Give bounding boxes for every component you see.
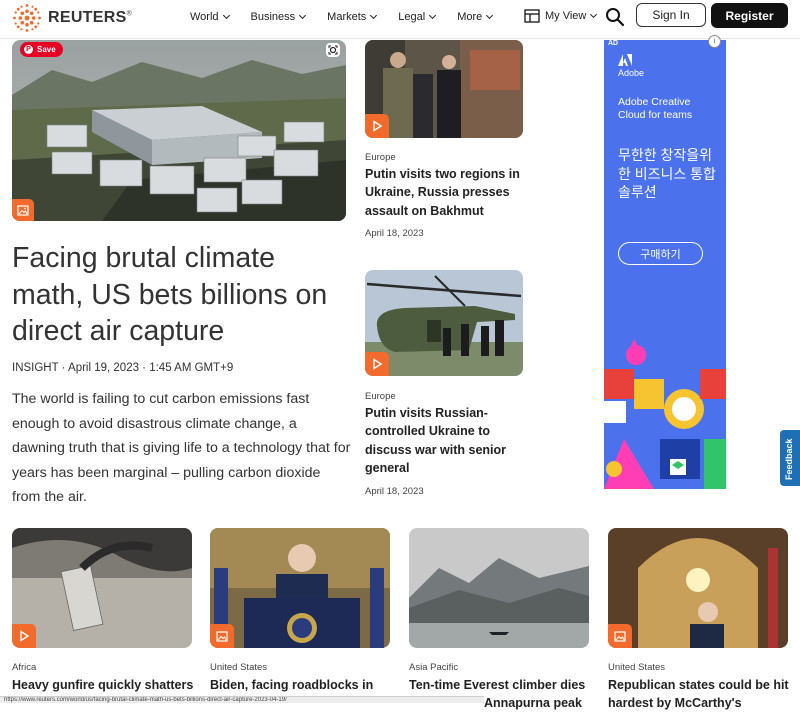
card-image-biden[interactable] — [210, 528, 390, 648]
story-date: April 18, 2023 — [365, 486, 424, 497]
chevron-down-icon — [222, 11, 230, 20]
ad-headline: Adobe Creative Cloud for teams — [618, 96, 693, 121]
card-kicker[interactable]: Asia Pacific — [409, 662, 458, 673]
card-headline[interactable]: Heavy gunfire quickly shatters — [12, 676, 202, 694]
play-video-icon[interactable] — [12, 624, 36, 648]
card-photo — [608, 528, 788, 648]
story-kicker[interactable]: Europe — [365, 391, 396, 402]
chevron-down-icon — [370, 11, 378, 20]
card-photo — [409, 528, 589, 648]
ad-choices-label[interactable]: AD — [608, 40, 618, 47]
adobe-ad[interactable]: AD Adobe Adobe Creative Cloud for teams … — [604, 40, 726, 489]
hero-description: The world is failing to cut carbon emiss… — [12, 391, 351, 505]
nav-markets[interactable]: Markets — [327, 11, 378, 23]
reuters-logo-icon — [13, 4, 41, 32]
nav-business[interactable]: Business — [251, 11, 307, 23]
register-button[interactable]: Register — [711, 3, 788, 28]
image-gallery-icon — [12, 199, 34, 221]
card-kicker[interactable]: United States — [210, 662, 267, 673]
hero-photo — [12, 40, 346, 221]
nav-more[interactable]: More — [457, 11, 494, 23]
play-video-icon[interactable] — [365, 352, 389, 376]
ad-buy-button[interactable]: 구매하기 — [618, 242, 703, 265]
story-headline[interactable]: Putin visits two regions in Ukraine, Rus… — [365, 165, 535, 220]
nav-legal[interactable]: Legal — [398, 11, 437, 23]
card-headline-continuation: Annapurna peak — [484, 696, 582, 710]
ad-close-icon[interactable]: i — [708, 35, 721, 48]
ad-korean-copy: 무한한 창작을위한 비즈니스 통합 솔루션 — [618, 147, 716, 200]
image-gallery-icon — [210, 624, 234, 648]
my-view-icon — [524, 9, 540, 23]
card-photo — [12, 528, 192, 648]
pinterest-icon: P — [24, 45, 33, 54]
my-view-button[interactable]: My View — [524, 9, 598, 23]
card-image-everest[interactable] — [409, 528, 589, 648]
card-kicker[interactable]: Africa — [12, 662, 36, 673]
image-gallery-icon — [608, 624, 632, 648]
adobe-logo-icon — [618, 54, 632, 66]
main-nav: World Business Markets Legal More — [190, 11, 514, 23]
chevron-down-icon — [486, 11, 494, 20]
search-icon[interactable] — [605, 7, 625, 27]
header-divider — [0, 38, 800, 39]
story-image-putin-bakhmut[interactable] — [365, 40, 523, 138]
story-headline[interactable]: Putin visits Russian-controlled Ukraine … — [365, 404, 525, 477]
card-kicker[interactable]: United States — [608, 662, 665, 673]
card-image-africa[interactable] — [12, 528, 192, 648]
story-date: April 18, 2023 — [365, 228, 424, 239]
nav-world[interactable]: World — [190, 11, 230, 23]
pinterest-save-button[interactable]: P Save — [20, 42, 63, 57]
card-headline[interactable]: Republican states could be hit hardest b… — [608, 676, 793, 713]
status-bar-url: https://www.reuters.com/world/us/facing-… — [0, 696, 484, 703]
ad-illustration — [604, 339, 726, 489]
card-headline[interactable]: Biden, facing roadblocks in — [210, 676, 400, 694]
story-image-putin-helicopter[interactable] — [365, 270, 523, 376]
story-kicker[interactable]: Europe — [365, 152, 396, 163]
ad-brand: Adobe — [618, 68, 645, 78]
site-header: REUTERS® World Business Markets Legal Mo… — [0, 0, 800, 36]
hero-meta: INSIGHT · April 19, 2023 · 1:45 AM GMT+9 — [12, 362, 234, 374]
card-photo — [210, 528, 390, 648]
sign-in-button[interactable]: Sign In — [636, 3, 706, 27]
card-headline[interactable]: Ten-time Everest climber dies — [409, 676, 599, 694]
visual-search-icon[interactable] — [326, 43, 340, 57]
chevron-down-icon — [429, 11, 437, 20]
chevron-down-icon — [299, 11, 307, 20]
brand-name: REUTERS® — [48, 9, 133, 26]
play-video-icon[interactable] — [365, 114, 389, 138]
reuters-logo[interactable]: REUTERS® — [12, 3, 132, 33]
hero-headline[interactable]: Facing brutal climate math, US bets bill… — [12, 240, 352, 350]
feedback-tab[interactable]: Feedback — [780, 430, 800, 486]
chevron-down-icon — [590, 10, 598, 19]
card-image-mccarthy[interactable] — [608, 528, 788, 648]
hero-image[interactable]: P Save — [12, 40, 346, 221]
